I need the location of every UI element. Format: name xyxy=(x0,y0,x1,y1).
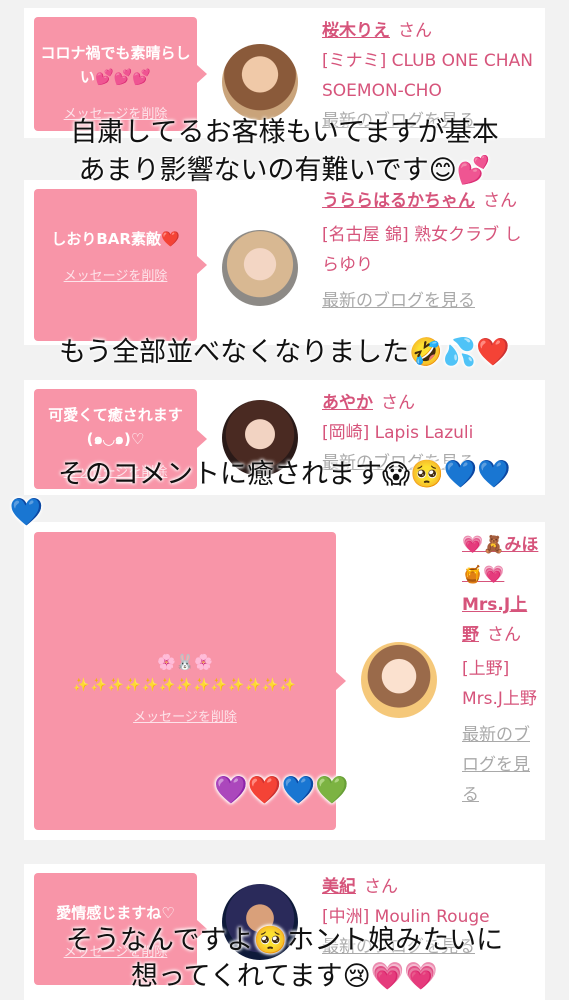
honorific: さん xyxy=(398,21,432,41)
user-name-link[interactable]: 桜木りえ xyxy=(322,21,390,41)
message-text: しおりBAR素敵❤️ xyxy=(51,230,180,248)
honorific: さん xyxy=(483,191,517,211)
message-bubble: しおりBAR素敵❤️ メッセージを削除 xyxy=(34,189,207,341)
user-name-link[interactable]: うららはるかちゃん xyxy=(322,191,475,211)
user-info: 💗🧸みほ🍯💗Mrs.J上野 さん [上野] Mrs.J上野 最新のブログを見る xyxy=(462,530,542,810)
user-name-link[interactable]: あやか xyxy=(322,393,373,413)
user-name-link[interactable]: 美紀 xyxy=(322,877,356,897)
overlay-caption-2: もう全部並べなくなりました🤣💦❤️ xyxy=(58,337,511,368)
honorific: さん xyxy=(381,393,415,413)
delete-message-link[interactable]: メッセージを削除 xyxy=(34,706,336,725)
avatar[interactable] xyxy=(222,44,298,120)
overlay-caption-5a: そうなんですよ🥺ホント娘みたいに xyxy=(65,925,504,956)
overlay-caption-5b: 想ってくれてます😢💗💗 xyxy=(130,961,439,992)
overlay-hearts: 💜❤️💙💚 xyxy=(214,775,349,806)
shop-name: [岡崎] Lapis Lazuli xyxy=(322,423,474,443)
user-info: うららはるかちゃん さん [名古屋 錦] 熟女クラブ しらゆり 最新のブログを見る xyxy=(322,186,537,316)
message-text: 可愛くて癒されます(๑◡๑)♡ xyxy=(48,406,183,448)
overlay-caption-1b: あまり影響ないの有難いです😊💕 xyxy=(78,155,491,186)
message-text: 🌸🐰🌸 xyxy=(156,653,214,671)
shop-name: [ミナミ] CLUB ONE CHAN SOEMON-CHO xyxy=(322,51,533,101)
avatar[interactable] xyxy=(222,230,298,306)
honorific: さん xyxy=(487,625,521,645)
message-card-2: しおりBAR素敵❤️ メッセージを削除 うららはるかちゃん さん [名古屋 錦] … xyxy=(24,180,545,345)
message-text-sparkles: ✨✨✨✨✨✨✨✨✨✨✨✨✨ xyxy=(73,678,297,693)
overlay-caption-1a: 自粛してるお客様もいてますが基本 xyxy=(70,117,499,148)
shop-name: [上野] Mrs.J上野 xyxy=(462,659,537,709)
blog-link[interactable]: 最新のブログを見る xyxy=(322,286,537,316)
message-text: コロナ禍でも素晴らしい💕💕💕 xyxy=(40,44,191,86)
honorific: さん xyxy=(364,877,398,897)
overlay-caption-3b: 💙 xyxy=(9,497,44,528)
shop-name: [名古屋 錦] 熟女クラブ しらゆり xyxy=(322,225,522,275)
overlay-caption-3a: そのコメントに癒されます😱🥺💙💙 xyxy=(57,459,511,490)
delete-message-link[interactable]: メッセージを削除 xyxy=(34,265,197,284)
avatar[interactable] xyxy=(361,642,437,718)
